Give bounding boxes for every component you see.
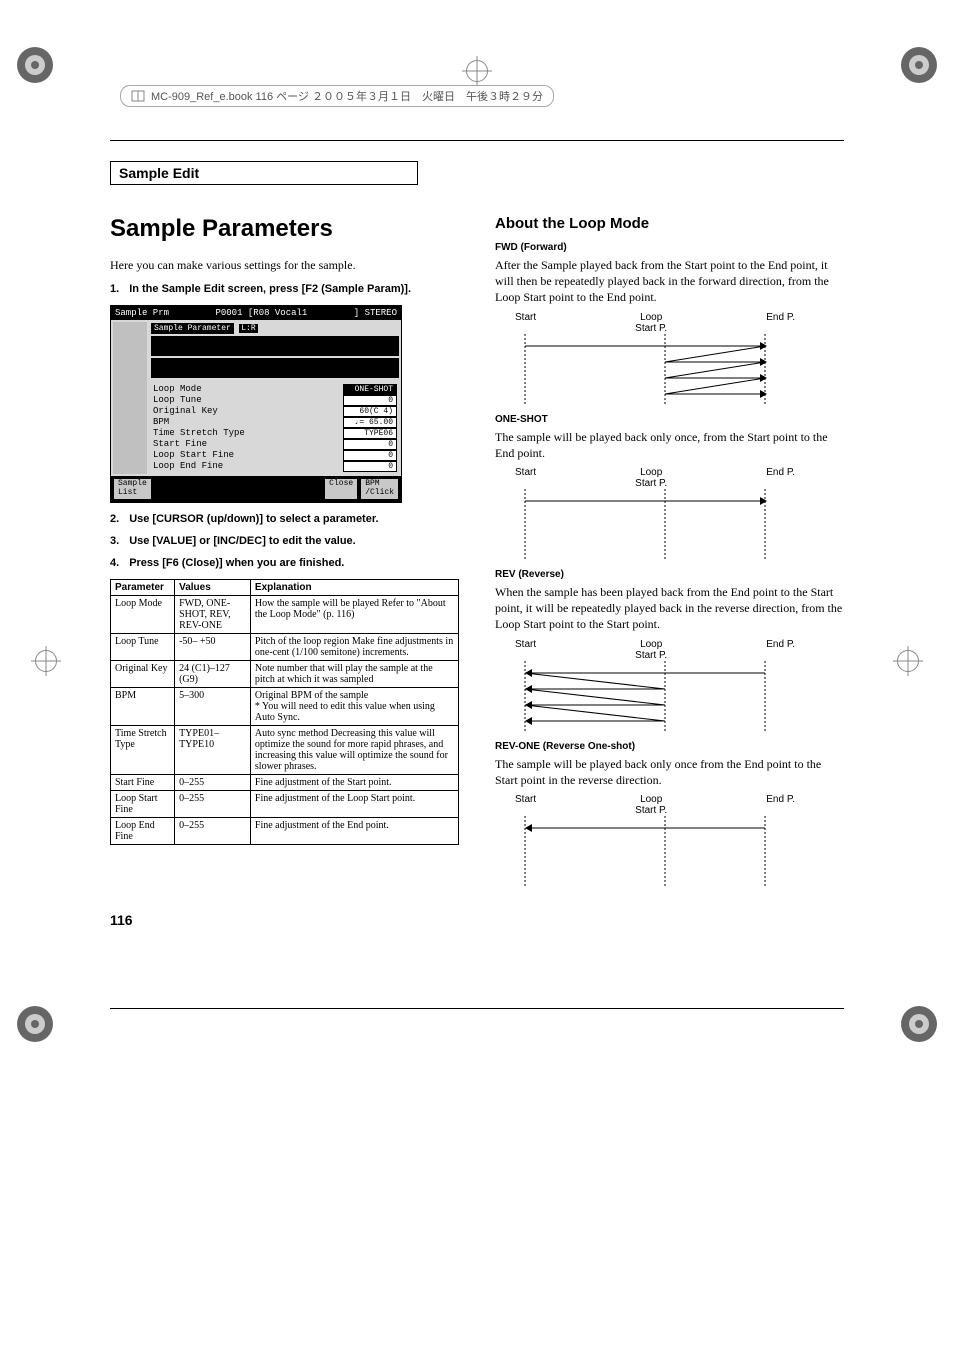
diagram-revone: Start Loop Start P. End P. bbox=[515, 794, 795, 886]
right-column: About the Loop Mode FWD (Forward) After … bbox=[495, 215, 844, 896]
diagram-rev: Start Loop Start P. End P. bbox=[515, 639, 795, 731]
mode-fwd-desc: After the Sample played back from the St… bbox=[495, 257, 844, 306]
registration-target-icon bbox=[894, 40, 944, 90]
lcd-btn-close: Close bbox=[324, 478, 358, 500]
page-number: 116 bbox=[110, 912, 844, 928]
mode-rev-desc: When the sample has been played back fro… bbox=[495, 584, 844, 633]
step-2: 2.Use [CURSOR (up/down)] to select a par… bbox=[110, 513, 459, 525]
table-row: Loop Tune-50– +50Pitch of the loop regio… bbox=[111, 633, 459, 660]
lcd-title-bar: Sample Prm P0001 [R08 Vocal1 ] STEREO bbox=[111, 306, 401, 320]
lcd-waveform-left bbox=[151, 336, 399, 356]
registration-target-icon bbox=[10, 999, 60, 1049]
mode-rev-title: REV (Reverse) bbox=[495, 569, 844, 580]
lcd-screenshot: Sample Prm P0001 [R08 Vocal1 ] STEREO Sa… bbox=[110, 305, 402, 503]
section-title: Sample Edit bbox=[119, 165, 199, 181]
table-row: Start Fine0–255Fine adjustment of the St… bbox=[111, 774, 459, 790]
table-row: Loop ModeFWD, ONE-SHOT, REV, REV-ONEHow … bbox=[111, 595, 459, 633]
diagram-revone-svg bbox=[515, 816, 775, 886]
lcd-title-left: Sample Prm bbox=[115, 308, 169, 318]
table-row: Time Stretch TypeTYPE01–TYPE10Auto sync … bbox=[111, 725, 459, 774]
lcd-bottom-bar: Sample List Close BPM /Click bbox=[111, 476, 401, 502]
th-explanation: Explanation bbox=[250, 579, 458, 595]
diagram-fwd: Start Loop Start P. End P. bbox=[515, 312, 795, 404]
header-file-info: MC-909_Ref_e.book 116 ページ ２００５年３月１日 火曜日 … bbox=[120, 85, 554, 107]
step-4: 4.Press [F6 (Close)] when you are finish… bbox=[110, 557, 459, 569]
mode-fwd-title: FWD (Forward) bbox=[495, 242, 844, 253]
table-row: Original Key24 (C1)–127 (G9)Note number … bbox=[111, 660, 459, 687]
registration-target-icon bbox=[10, 40, 60, 90]
lcd-waveform-right bbox=[151, 358, 399, 378]
book-icon bbox=[131, 89, 145, 103]
section-title-box: Sample Edit bbox=[110, 161, 418, 185]
crop-mark-icon bbox=[897, 650, 919, 672]
lcd-panel-label: Sample Parameter bbox=[151, 323, 234, 334]
table-row: Loop Start Fine0–255Fine adjustment of t… bbox=[111, 790, 459, 817]
step-1: 1.In the Sample Edit screen, press [F2 (… bbox=[110, 283, 459, 295]
mode-oneshot-desc: The sample will be played back only once… bbox=[495, 429, 844, 461]
parameter-table: Parameter Values Explanation Loop ModeFW… bbox=[110, 579, 459, 845]
crop-mark-icon bbox=[466, 60, 488, 82]
diagram-rev-svg bbox=[515, 661, 775, 731]
diagram-fwd-svg bbox=[515, 334, 775, 404]
page: MC-909_Ref_e.book 116 ページ ２００５年３月１日 火曜日 … bbox=[0, 0, 954, 1089]
intro-text: Here you can make various settings for t… bbox=[110, 257, 459, 273]
diagram-oneshot: Start Loop Start P. End P. bbox=[515, 467, 795, 559]
heading-sample-parameters: Sample Parameters bbox=[110, 215, 459, 243]
left-column: Sample Parameters Here you can make vari… bbox=[110, 215, 459, 896]
step-3: 3.Use [VALUE] or [INC/DEC] to edit the v… bbox=[110, 535, 459, 547]
diagram-oneshot-svg bbox=[515, 489, 775, 559]
mode-revone-desc: The sample will be played back only once… bbox=[495, 756, 844, 788]
lcd-lr-label: L:R bbox=[239, 324, 257, 333]
lcd-btn-bpm-click: BPM /Click bbox=[360, 478, 399, 500]
registration-target-icon bbox=[894, 999, 944, 1049]
table-row: BPM5–300Original BPM of the sample * You… bbox=[111, 687, 459, 725]
th-parameter: Parameter bbox=[111, 579, 175, 595]
steps-list: 1.In the Sample Edit screen, press [F2 (… bbox=[110, 283, 459, 295]
steps-list-cont: 2.Use [CURSOR (up/down)] to select a par… bbox=[110, 513, 459, 569]
lcd-title-mid: P0001 [R08 Vocal1 bbox=[215, 308, 307, 318]
heading-loop-mode: About the Loop Mode bbox=[495, 215, 844, 232]
lcd-btn-sample-list: Sample List bbox=[113, 478, 152, 500]
mode-oneshot-title: ONE-SHOT bbox=[495, 414, 844, 425]
lcd-title-right: ] STEREO bbox=[354, 308, 397, 318]
table-row: Loop End Fine0–255Fine adjustment of the… bbox=[111, 817, 459, 844]
mode-revone-title: REV-ONE (Reverse One-shot) bbox=[495, 741, 844, 752]
file-info-text: MC-909_Ref_e.book 116 ページ ２００５年３月１日 火曜日 … bbox=[151, 88, 543, 104]
lcd-param-list: Loop ModeONE-SHOT Loop Tune0 Original Ke… bbox=[151, 382, 399, 474]
content-frame: Sample Edit Sample Parameters Here you c… bbox=[110, 140, 844, 1009]
th-values: Values bbox=[175, 579, 251, 595]
crop-mark-icon bbox=[35, 650, 57, 672]
lcd-sidebar bbox=[113, 322, 147, 474]
